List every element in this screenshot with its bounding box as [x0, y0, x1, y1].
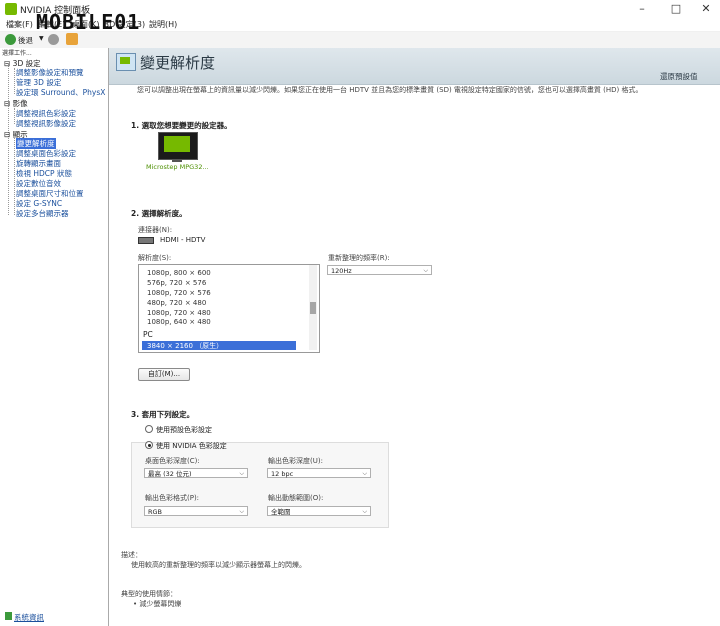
monitor-icon: [164, 136, 190, 152]
description-text: 使用較高的重新整理的頻率以減少顯示器螢幕上的閃爍。: [131, 561, 306, 569]
description-label: 描述：: [121, 551, 142, 559]
category-label: 影像: [12, 99, 28, 108]
menu-help[interactable]: 說明(H): [149, 19, 177, 30]
resolution-option[interactable]: 576p, 720 × 576: [147, 279, 206, 287]
resolution-label: 解析度(S):: [138, 254, 172, 262]
forward-arrow-icon[interactable]: [48, 34, 59, 45]
output-format-dropdown[interactable]: RGB ⌵: [144, 506, 248, 516]
refresh-rate-label: 重新整理的頻率(R):: [328, 254, 390, 262]
output-depth-value: 12 bpc: [271, 470, 294, 478]
resolution-option[interactable]: 1080p, 640 × 480: [147, 318, 211, 326]
desktop-depth-dropdown[interactable]: 最高 (32 位元) ⌵: [144, 468, 248, 478]
system-info-link[interactable]: 系統資訊: [14, 612, 44, 623]
nvidia-logo-icon: [5, 3, 17, 15]
tree-line: [14, 138, 15, 215]
default-color-label[interactable]: 使用預設色彩設定: [156, 425, 212, 435]
maximize-button[interactable]: □: [664, 2, 688, 16]
resolution-option[interactable]: 1080p, 800 × 600: [147, 269, 211, 277]
back-button[interactable]: 後退: [18, 35, 33, 46]
output-format-value: RGB: [148, 508, 163, 516]
customize-button[interactable]: 自訂(M)...: [138, 368, 190, 381]
resolution-group-pc: PC: [143, 330, 153, 339]
output-format-label: 輸出色彩格式(P):: [145, 494, 200, 502]
usage-item: • 減少螢幕閃爍: [133, 600, 182, 608]
restore-defaults-link[interactable]: 還原預設值: [660, 71, 698, 82]
chevron-down-icon: ⌵: [362, 508, 367, 515]
hdmi-icon: [138, 237, 154, 244]
back-arrow-icon[interactable]: [5, 34, 16, 45]
intro-text: 您可以調整出現在螢幕上的資訊量以減少閃爍。如果您正在使用一台 HDTV 並且為您…: [137, 86, 643, 94]
watermark-logo: MOBILE01: [36, 10, 141, 34]
scrollbar-thumb[interactable]: [310, 302, 316, 314]
dynamic-range-value: 全範圍: [271, 508, 291, 516]
refresh-rate-value: 120Hz: [331, 267, 352, 275]
dynamic-range-label: 輸出動態範圍(O):: [268, 494, 324, 502]
dynamic-range-dropdown[interactable]: 全範圍 ⌵: [267, 506, 371, 516]
chevron-down-icon: ⌵: [239, 470, 244, 477]
tree-line: [14, 68, 15, 94]
chevron-down-icon[interactable]: ▼: [39, 35, 44, 42]
sidebar-item-surround-physx[interactable]: 設定環 Surround、PhysX: [16, 87, 105, 98]
minimize-button[interactable]: –: [630, 2, 654, 16]
monitor-name: Microstep MPG32...: [146, 163, 209, 171]
output-depth-label: 輸出色彩深度(U):: [268, 457, 323, 465]
close-button[interactable]: ✕: [694, 2, 718, 16]
resolution-option[interactable]: 480p, 720 × 480: [147, 299, 206, 307]
refresh-rate-dropdown[interactable]: 120Hz ⌵: [327, 265, 432, 275]
section-2-title: 2. 選擇解析度。: [131, 209, 187, 218]
chevron-down-icon: ⌵: [239, 508, 244, 515]
task-label: 選擇工作...: [2, 50, 32, 57]
resolution-option[interactable]: 1080p, 720 × 576: [147, 289, 211, 297]
home-icon[interactable]: [66, 33, 78, 45]
sidebar-item-video-image[interactable]: 調整視訊影像設定: [16, 118, 76, 129]
system-info-icon: [5, 612, 12, 620]
nvidia-color-radio[interactable]: [145, 441, 153, 449]
tree-line: [14, 108, 15, 124]
section-3-title: 3. 套用下列設定。: [131, 410, 195, 419]
nvidia-color-label[interactable]: 使用 NVIDIA 色彩設定: [156, 441, 227, 451]
connector-value: HDMI - HDTV: [160, 236, 206, 244]
chevron-down-icon: ⌵: [423, 267, 428, 274]
display-settings-icon: [116, 53, 136, 71]
sidebar-item-multiple-displays[interactable]: 設定多台顯示器: [16, 208, 69, 219]
section-1-title: 1. 選取您想要變更的設定器。: [131, 121, 232, 130]
chevron-down-icon: ⌵: [362, 470, 367, 477]
resolution-option[interactable]: 1080p, 720 × 480: [147, 309, 211, 317]
page-title: 變更解析度: [140, 54, 216, 72]
usage-label: 典型的使用情節：: [121, 590, 177, 598]
usage-item-text: 減少螢幕閃爍: [139, 600, 182, 608]
menu-file[interactable]: 檔案(F): [6, 19, 33, 30]
desktop-depth-value: 最高 (32 位元): [148, 470, 192, 478]
default-color-radio[interactable]: [145, 425, 153, 433]
selected-resolution[interactable]: 3840 × 2160 （原生）: [147, 341, 223, 351]
connector-label: 連接器(N):: [138, 226, 173, 234]
toolbar: [0, 32, 720, 49]
desktop-depth-label: 桌面色彩深度(C):: [145, 457, 200, 465]
output-depth-dropdown[interactable]: 12 bpc ⌵: [267, 468, 371, 478]
